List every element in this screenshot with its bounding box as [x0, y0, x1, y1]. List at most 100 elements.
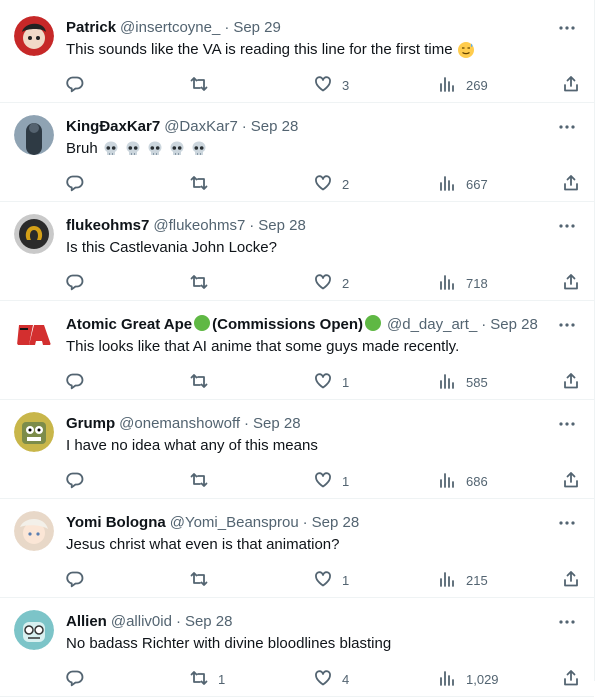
- tweet-date[interactable]: Sep 28: [185, 613, 233, 630]
- more-options-icon[interactable]: [558, 119, 576, 135]
- retweet-button[interactable]: [190, 271, 218, 295]
- reply-button[interactable]: [66, 73, 94, 97]
- like-button[interactable]: 2: [314, 271, 349, 295]
- tweet-header: Grump @onemanshowoff · Sep 28: [66, 414, 554, 434]
- tweet-actions: 1 686: [0, 469, 594, 493]
- user-handle[interactable]: @alliv0id: [111, 613, 172, 630]
- tweet-date[interactable]: Sep 28: [490, 316, 538, 333]
- avatar[interactable]: [14, 16, 54, 56]
- share-button[interactable]: [562, 73, 580, 97]
- share-button[interactable]: [562, 667, 580, 691]
- tweet-text-content: I have no idea what any of this means: [66, 437, 318, 454]
- views-button[interactable]: 215: [438, 568, 488, 592]
- tweet-date[interactable]: Sep 28: [312, 514, 360, 531]
- share-icon: [562, 471, 580, 492]
- separator-dot: ·: [481, 316, 487, 333]
- display-name[interactable]: KingÐaxKar7: [66, 118, 160, 135]
- retweet-button[interactable]: [190, 568, 218, 592]
- avatar[interactable]: [14, 214, 54, 254]
- views-button[interactable]: 1,029: [438, 667, 499, 691]
- views-button[interactable]: 686: [438, 469, 488, 493]
- like-button[interactable]: 4: [314, 667, 349, 691]
- like-count: 1: [342, 572, 350, 588]
- display-name[interactable]: Yomi Bologna: [66, 514, 166, 531]
- avatar[interactable]: [14, 610, 54, 650]
- tweet-text-content: Jesus christ what even is that animation…: [66, 536, 340, 553]
- view-count: 269: [466, 77, 488, 93]
- avatar[interactable]: [14, 511, 54, 551]
- reply-button[interactable]: [66, 469, 94, 493]
- share-icon: [562, 75, 580, 96]
- tweet-text-content: This looks like that AI anime that some …: [66, 338, 460, 355]
- reply-button[interactable]: [66, 370, 94, 394]
- reply-button[interactable]: [66, 667, 94, 691]
- more-options-icon[interactable]: [558, 218, 576, 234]
- reply-button[interactable]: [66, 172, 94, 196]
- user-handle[interactable]: @Yomi_Beansprou: [170, 514, 299, 531]
- tweet-actions: 2 667: [0, 172, 594, 196]
- skull-emoji-icon: [170, 141, 184, 156]
- view-count: 585: [466, 374, 488, 390]
- reply-icon: [66, 75, 84, 96]
- reply-tweet[interactable]: flukeohms7 @flukeohms7 · Sep 28 Is this Cas…: [0, 202, 594, 301]
- reply-tweet[interactable]: Grump @onemanshowoff · Sep 28 I have no ide…: [0, 400, 594, 499]
- tweet-date[interactable]: Sep 29: [233, 19, 281, 36]
- share-button[interactable]: [562, 568, 580, 592]
- like-button[interactable]: 1: [314, 469, 349, 493]
- tweet-date[interactable]: Sep 28: [251, 118, 299, 135]
- views-chart-icon: [438, 75, 456, 96]
- display-name[interactable]: Grump: [66, 415, 115, 432]
- more-options-icon[interactable]: [558, 317, 576, 333]
- reply-tweet[interactable]: KingÐaxKar7 @DaxKar7 · Sep 28 Bruh 2 667: [0, 103, 594, 202]
- views-button[interactable]: 585: [438, 370, 488, 394]
- avatar[interactable]: [14, 115, 54, 155]
- user-handle[interactable]: @DaxKar7: [164, 118, 238, 135]
- tweet-date[interactable]: Sep 28: [258, 217, 306, 234]
- more-options-icon[interactable]: [558, 515, 576, 531]
- skull-emoji-icon: [126, 141, 140, 156]
- display-name[interactable]: flukeohms7: [66, 217, 149, 234]
- share-button[interactable]: [562, 469, 580, 493]
- views-button[interactable]: 718: [438, 271, 488, 295]
- user-handle[interactable]: @d_day_art_: [387, 316, 477, 333]
- user-handle[interactable]: @flukeohms7: [153, 217, 245, 234]
- more-options-icon[interactable]: [558, 416, 576, 432]
- retweet-button[interactable]: [190, 172, 218, 196]
- skull-emoji-icon: [104, 141, 118, 156]
- avatar[interactable]: [14, 313, 54, 353]
- display-name[interactable]: Patrick: [66, 19, 116, 36]
- like-button[interactable]: 1: [314, 370, 349, 394]
- share-button[interactable]: [562, 172, 580, 196]
- user-handle[interactable]: @insertcoyne_: [120, 19, 220, 36]
- reply-tweet[interactable]: Allien @alliv0id · Sep 28 No badass Richter…: [0, 598, 594, 697]
- display-name[interactable]: Allien: [66, 613, 107, 630]
- tweet-text: No badass Richter with divine bloodlines…: [66, 634, 574, 654]
- retweet-button[interactable]: [190, 370, 218, 394]
- reply-tweet[interactable]: Yomi Bologna @Yomi_Beansprou · Sep 28 Jesus…: [0, 499, 594, 598]
- views-button[interactable]: 269: [438, 73, 488, 97]
- retweet-button[interactable]: [190, 469, 218, 493]
- avatar[interactable]: [14, 412, 54, 452]
- share-button[interactable]: [562, 271, 580, 295]
- tweet-date[interactable]: Sep 28: [253, 415, 301, 432]
- views-button[interactable]: 667: [438, 172, 488, 196]
- user-handle[interactable]: @onemanshowoff: [119, 415, 240, 432]
- separator-dot: ·: [241, 118, 247, 135]
- retweet-button[interactable]: [190, 73, 218, 97]
- reply-tweet[interactable]: Atomic Great Ape (Commissions Open) @d_day…: [0, 301, 594, 400]
- views-chart-icon: [438, 570, 456, 591]
- like-button[interactable]: 2: [314, 172, 349, 196]
- reply-button[interactable]: [66, 568, 94, 592]
- heart-icon: [314, 273, 332, 294]
- like-count: 3: [342, 77, 350, 93]
- display-name[interactable]: Atomic Great Ape: [66, 316, 192, 333]
- more-options-icon[interactable]: [558, 614, 576, 630]
- reply-tweet[interactable]: Patrick @insertcoyne_ · Sep 29 This sounds …: [0, 4, 594, 103]
- like-button[interactable]: 3: [314, 73, 349, 97]
- like-button[interactable]: 1: [314, 568, 349, 592]
- reply-button[interactable]: [66, 271, 94, 295]
- share-button[interactable]: [562, 370, 580, 394]
- more-options-icon[interactable]: [558, 20, 576, 36]
- separator-dot: ·: [224, 19, 230, 36]
- retweet-button[interactable]: 1: [190, 667, 225, 691]
